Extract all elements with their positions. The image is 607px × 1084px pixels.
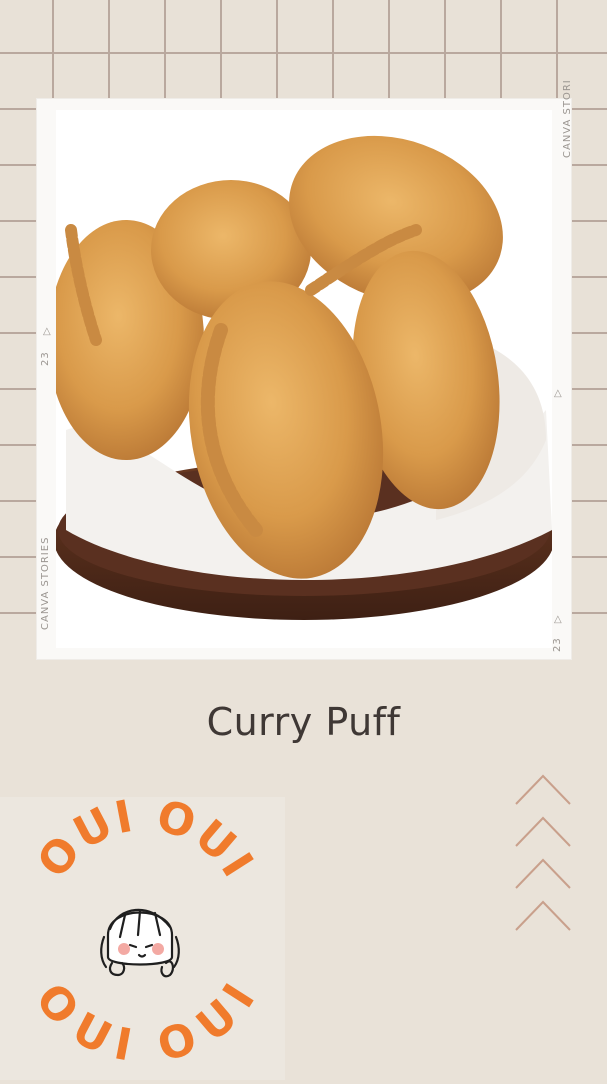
- logo-text-top: OUI OUI: [28, 790, 262, 888]
- page-title: Curry Puff: [206, 700, 401, 744]
- frame-brand-top: CANVA STORI: [562, 79, 573, 158]
- frame-number-right: 23: [552, 637, 563, 652]
- frame-brand-bottom: CANVA STORIES: [40, 536, 51, 630]
- logo-text-bottom: OUI OUI: [25, 974, 264, 1073]
- oui-oui-logo: OUI OUI OUI OUI: [25, 790, 266, 1073]
- photo-frame: CANVA STORI CANVA STORIES 23 23 △ △ △: [36, 79, 573, 660]
- svg-text:OUI OUI: OUI OUI: [28, 797, 264, 888]
- triangle-mark-left: △: [43, 326, 52, 337]
- svg-text:OUI OUI: OUI OUI: [25, 974, 266, 1073]
- logo-panel: OUI OUI OUI OUI: [0, 790, 285, 1080]
- chevron-up-stack-icon: [515, 774, 571, 931]
- triangle-mark-right: △: [554, 388, 563, 399]
- curry-puff-photo: [56, 110, 552, 648]
- triangle-mark-right-bottom: △: [554, 614, 563, 625]
- girl-face-icon: [100, 908, 180, 978]
- frame-number-left: 23: [40, 351, 51, 366]
